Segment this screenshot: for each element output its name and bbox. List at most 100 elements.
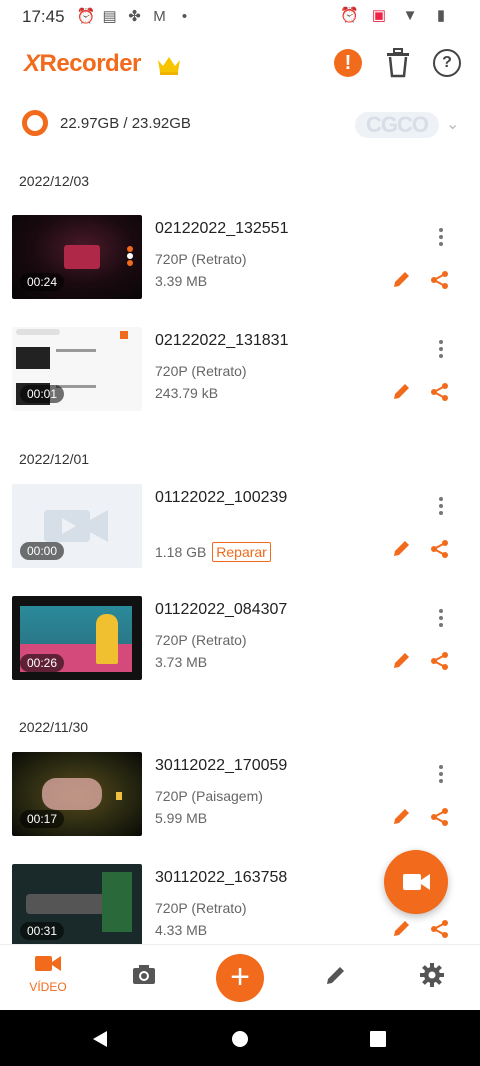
thumbnail-art (120, 331, 128, 339)
bottom-navigation: VÍDEO + (0, 944, 480, 1011)
share-icon[interactable] (430, 382, 450, 402)
video-thumbnail[interactable]: 00:00 (12, 484, 142, 568)
video-duration: 00:26 (20, 654, 65, 672)
video-duration: 00:00 (20, 542, 65, 560)
tab-video-label: VÍDEO (29, 980, 67, 994)
video-duration: 00:31 (20, 922, 65, 940)
edit-pencil-icon[interactable] (392, 650, 412, 670)
video-thumbnail[interactable]: 00:26 (12, 596, 142, 680)
video-thumbnail[interactable]: 00:31 (12, 864, 142, 944)
share-icon[interactable] (430, 919, 450, 939)
video-list-item[interactable]: 00:00 01122022_100239 1.18 GB Reparar (0, 484, 480, 574)
app-logo: XRecorder (24, 50, 141, 77)
add-button[interactable]: + (216, 954, 264, 1002)
edit-pencil-icon[interactable] (392, 918, 412, 938)
repair-button[interactable]: Reparar (212, 542, 271, 562)
app-bar: XRecorder ! ? (0, 40, 480, 90)
video-thumbnail[interactable]: 00:17 (12, 752, 142, 836)
share-icon[interactable] (430, 807, 450, 827)
thumbnail-art (16, 329, 60, 335)
date-header: 2022/12/01 (19, 451, 90, 467)
video-duration: 00:17 (20, 810, 65, 828)
recents-icon[interactable] (370, 1031, 386, 1047)
more-options-icon[interactable] (434, 606, 448, 627)
video-list-item[interactable]: 00:17 30112022_170059 720P (Paisagem) 5.… (0, 752, 480, 842)
record-button[interactable] (384, 850, 448, 914)
wifi-icon: ▼ (402, 7, 418, 24)
video-name: 01122022_084307 (155, 601, 288, 618)
video-duration: 00:24 (20, 273, 65, 291)
back-icon[interactable] (92, 1030, 108, 1048)
edit-pencil-icon[interactable] (392, 269, 412, 289)
video-thumbnail[interactable]: 00:24 (12, 215, 142, 299)
edit-pencil-icon[interactable] (392, 538, 412, 558)
gear-icon (420, 963, 444, 987)
video-list-item[interactable]: 00:26 01122022_084307 720P (Retrato) 3.7… (0, 596, 480, 686)
thumbnail-art (64, 245, 100, 269)
more-options-icon[interactable] (434, 225, 448, 246)
system-navigation-bar (0, 1010, 480, 1066)
video-list-item[interactable]: 00:01 02122022_131831 720P (Retrato) 243… (0, 327, 480, 417)
promo-banner[interactable]: CGCO (355, 112, 439, 138)
premium-crown-icon[interactable] (156, 54, 182, 76)
help-button[interactable]: ? (433, 49, 461, 77)
date-header: 2022/12/03 (19, 173, 90, 189)
alarm-icon: ⏰ (76, 8, 96, 25)
video-size: 3.73 MB (155, 654, 208, 670)
camera-icon (133, 965, 155, 984)
tab-settings[interactable] (402, 953, 462, 1003)
edit-pencil-icon[interactable] (392, 381, 412, 401)
video-list-item[interactable]: 00:24 02122022_132551 720P (Retrato) 3.3… (0, 215, 480, 305)
battery-icon: ▮ (436, 7, 446, 24)
gmail-icon: M (153, 8, 166, 25)
video-resolution: 720P (Retrato) (155, 251, 247, 267)
home-icon[interactable] (231, 1030, 249, 1048)
tab-screenshot[interactable] (114, 953, 174, 1003)
video-name: 02122022_131831 (155, 332, 289, 349)
pinwheel-icon: ✤ (128, 8, 141, 25)
storage-text: 22.97GB / 23.92GB (60, 114, 191, 132)
thumbnail-art (102, 872, 132, 932)
video-name: 01122022_100239 (155, 489, 288, 506)
thumbnail-art (56, 349, 96, 352)
video-name: 30112022_163758 (155, 869, 288, 886)
floating-menu-icon (124, 245, 136, 269)
edit-pencil-icon[interactable] (392, 806, 412, 826)
more-options-icon[interactable] (434, 762, 448, 783)
share-icon[interactable] (430, 651, 450, 671)
tab-edit[interactable] (306, 953, 366, 1003)
tab-video[interactable]: VÍDEO (18, 953, 78, 1003)
question-icon: ? (442, 54, 452, 71)
chevron-down-icon[interactable]: ⌄ (446, 114, 459, 134)
trash-icon[interactable] (384, 48, 412, 78)
share-icon[interactable] (430, 539, 450, 559)
video-size: 243.79 kB (155, 385, 219, 401)
video-resolution: 720P (Retrato) (155, 363, 247, 379)
status-time: 17:45 (22, 7, 65, 26)
storage-indicator: 22.97GB / 23.92GB (22, 108, 191, 138)
more-options-icon[interactable] (434, 494, 448, 515)
thumbnail-art (42, 778, 102, 810)
share-icon[interactable] (430, 270, 450, 290)
video-size: 4.33 MB (155, 922, 208, 938)
more-notifications-icon: • (181, 8, 188, 25)
video-resolution: 720P (Paisagem) (155, 788, 263, 804)
video-camera-icon (403, 874, 430, 890)
date-header: 2022/11/30 (19, 719, 89, 735)
video-thumbnail[interactable]: 00:01 (12, 327, 142, 411)
thumbnail-art (116, 792, 122, 800)
alert-button[interactable]: ! (334, 49, 362, 77)
status-bar: 17:45 ⏰ ▤ ✤ M • ⏰ ▣ ▼ ▮ (0, 0, 480, 34)
video-camera-icon (35, 956, 61, 971)
video-size: 5.99 MB (155, 810, 208, 826)
video-duration: 00:01 (20, 385, 65, 403)
video-name: 02122022_132551 (155, 220, 289, 237)
video-resolution: 720P (Retrato) (155, 900, 247, 916)
thumbnail-art (96, 614, 118, 664)
video-size: 1.18 GB Reparar (155, 542, 271, 562)
thumbnail-art (16, 347, 50, 369)
message-icon: ▤ (102, 8, 117, 25)
video-name: 30112022_170059 (155, 757, 288, 774)
more-options-icon[interactable] (434, 337, 448, 358)
video-size: 3.39 MB (155, 273, 208, 289)
